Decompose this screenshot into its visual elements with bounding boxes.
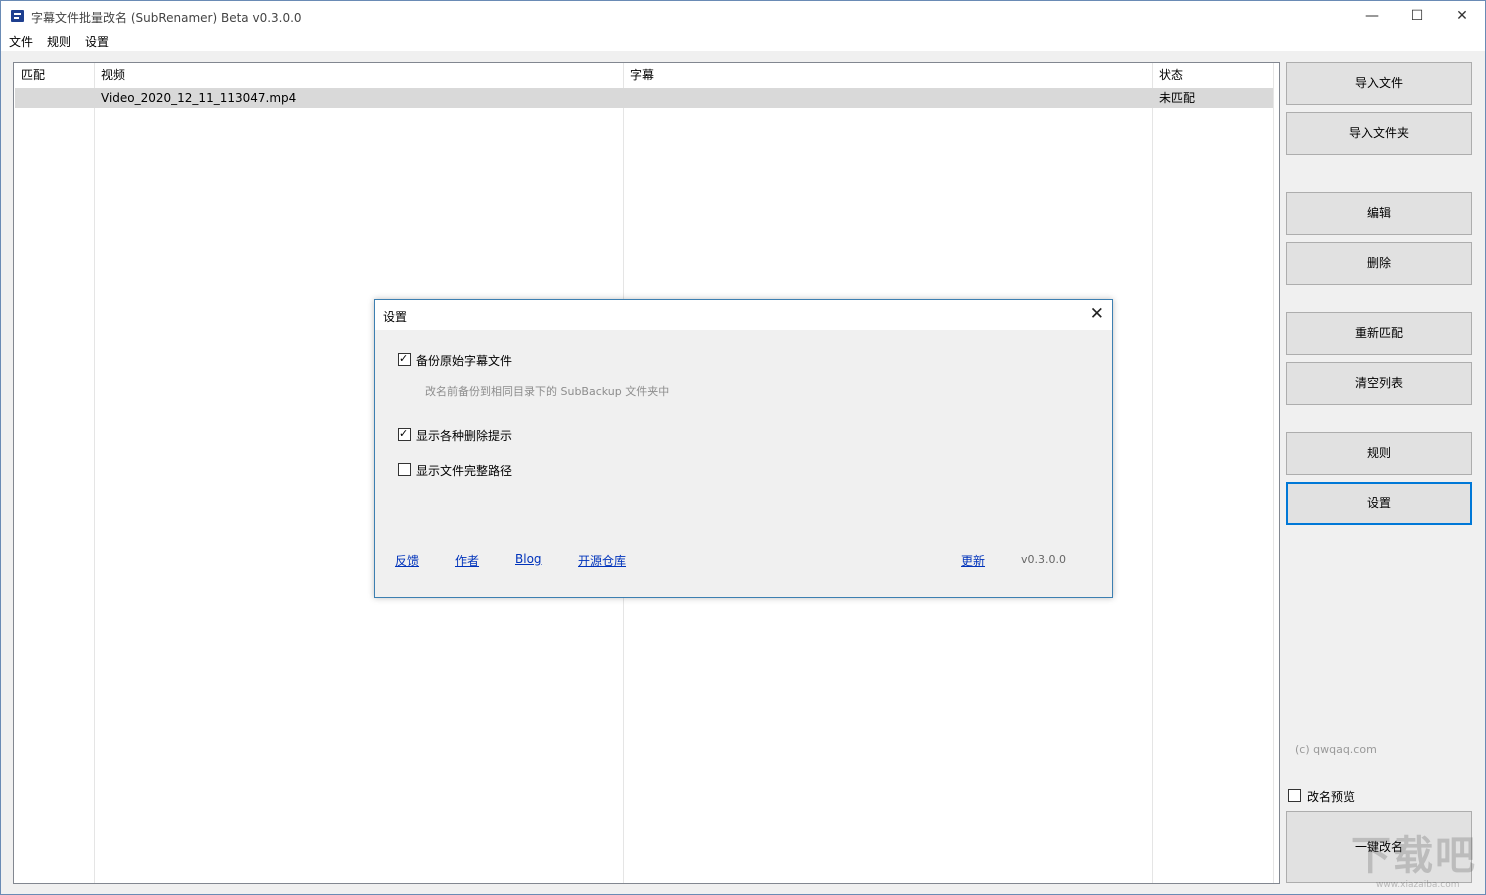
column-header-video[interactable]: 视频 <box>94 63 623 87</box>
column-header-subtitle[interactable]: 字幕 <box>623 63 1152 87</box>
rename-preview-label[interactable]: 改名预览 <box>1307 788 1355 805</box>
menu-rules[interactable]: 规则 <box>47 33 71 50</box>
backup-subtitle-label[interactable]: 备份原始字幕文件 <box>416 352 512 369</box>
watermark-url: www.xiazaiba.com <box>1376 880 1460 890</box>
delete-prompt-label[interactable]: 显示各种删除提示 <box>416 427 512 444</box>
cell-status: 未匹配 <box>1159 91 1196 105</box>
copyright-text: (c) qwqaq.com <box>1295 743 1377 756</box>
edit-button[interactable]: 编辑 <box>1286 192 1472 235</box>
import-folder-button[interactable]: 导入文件夹 <box>1286 112 1472 155</box>
app-icon <box>11 10 24 22</box>
dialog-title: 设置 <box>383 310 408 324</box>
settings-dialog: 设置 ✕ 备份原始字幕文件 改名前备份到相同目录下的 SubBackup 文件夹… <box>374 299 1113 598</box>
minimize-icon[interactable]: — <box>1349 1 1395 31</box>
title-bar[interactable]: 字幕文件批量改名 (SubRenamer) Beta v0.3.0.0 — ☐ … <box>1 1 1485 31</box>
settings-button[interactable]: 设置 <box>1286 482 1472 525</box>
backup-hint: 改名前备份到相同目录下的 SubBackup 文件夹中 <box>425 385 670 398</box>
full-path-label[interactable]: 显示文件完整路径 <box>416 462 512 479</box>
menu-file[interactable]: 文件 <box>9 33 33 50</box>
update-link[interactable]: 更新 <box>961 552 985 569</box>
menu-bar: 文件 规则 设置 <box>1 31 1485 51</box>
rematch-button[interactable]: 重新匹配 <box>1286 312 1472 355</box>
column-divider <box>94 63 95 883</box>
full-path-checkbox[interactable] <box>398 463 411 476</box>
version-text: v0.3.0.0 <box>1021 553 1066 566</box>
cell-video: Video_2020_12_11_113047.mp4 <box>101 91 297 105</box>
watermark-logo: 下载吧 <box>1351 833 1477 879</box>
app-window: 字幕文件批量改名 (SubRenamer) Beta v0.3.0.0 — ☐ … <box>0 0 1486 895</box>
clear-list-button[interactable]: 清空列表 <box>1286 362 1472 405</box>
delete-button[interactable]: 删除 <box>1286 242 1472 285</box>
menu-settings[interactable]: 设置 <box>85 33 109 50</box>
window-title: 字幕文件批量改名 (SubRenamer) Beta v0.3.0.0 <box>31 11 302 25</box>
feedback-link[interactable]: 反馈 <box>395 552 419 569</box>
column-divider <box>1152 63 1153 883</box>
maximize-icon[interactable]: ☐ <box>1394 1 1440 31</box>
dialog-title-bar[interactable]: 设置 ✕ <box>375 300 1112 330</box>
column-header-status[interactable]: 状态 <box>1152 63 1273 87</box>
rename-preview-checkbox[interactable] <box>1288 789 1301 802</box>
table-row[interactable]: Video_2020_12_11_113047.mp4 未匹配 <box>15 88 1273 108</box>
import-file-button[interactable]: 导入文件 <box>1286 62 1472 105</box>
close-icon[interactable]: ✕ <box>1439 1 1485 31</box>
column-header-match[interactable]: 匹配 <box>14 63 94 87</box>
column-divider <box>1273 63 1274 883</box>
repo-link[interactable]: 开源仓库 <box>578 552 626 569</box>
backup-subtitle-checkbox[interactable] <box>398 352 411 366</box>
close-icon[interactable]: ✕ <box>1090 304 1104 324</box>
author-link[interactable]: 作者 <box>455 552 479 569</box>
rules-button[interactable]: 规则 <box>1286 432 1472 475</box>
blog-link[interactable]: Blog <box>515 552 542 566</box>
delete-prompt-checkbox[interactable] <box>398 427 411 441</box>
